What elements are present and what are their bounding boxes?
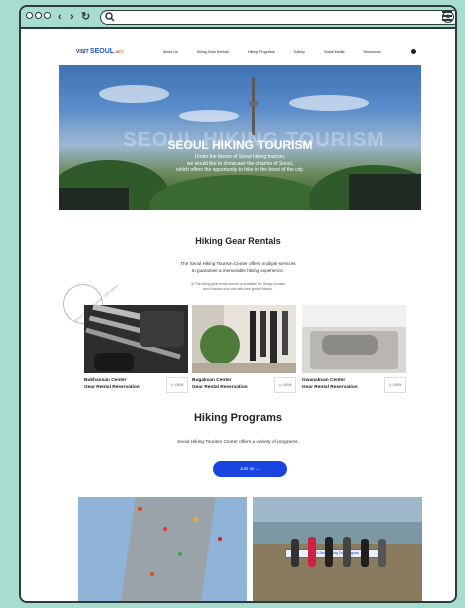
nav-social-media[interactable]: Social Media: [324, 50, 345, 54]
hero-subtitle-line: which offers the opportunity to hike in …: [176, 167, 304, 173]
hero-title: SEOUL HIKING TOURISM: [167, 138, 313, 152]
gear-photo: [84, 305, 188, 373]
browser-window: ‹ › ↻ ★ VISIT SEOUL NET About Us Hiking …: [19, 5, 457, 603]
reload-button[interactable]: ↻: [81, 10, 90, 24]
climbing-wall-photo: [78, 497, 247, 601]
gear-box-photo: [302, 305, 406, 373]
programs-title: Hiking Programs: [193, 412, 283, 424]
reservation-link[interactable]: Gear Rental Reservation: [192, 384, 248, 391]
nav-about-us[interactable]: About Us: [163, 50, 178, 54]
rentals-description: The Seoul Hiking Tourism Center offers m…: [21, 260, 455, 274]
search-icon: [105, 12, 115, 22]
logo-suffix: NET: [115, 49, 124, 54]
rentals-title: Hiking Gear Rentals: [195, 236, 281, 246]
view-label: VIEW: [392, 383, 402, 387]
window-controls: [26, 12, 51, 19]
group-hiking-photo: 2024 Seoul Hiking Tour Program: [253, 497, 422, 601]
window-dot-minimize[interactable]: [35, 12, 42, 19]
group-banner: 2024 Seoul Hiking Tour Program: [285, 549, 385, 558]
card-label: Bukhansan Center Gear Rental Reservation: [84, 377, 140, 391]
namsan-tower-illustration: [252, 77, 255, 135]
nav-resources[interactable]: Resources: [364, 50, 381, 54]
window-dot-maximize[interactable]: [44, 12, 51, 19]
hero-banner: SEOUL HIKING TOURISM SEOUL HIKING TOURIS…: [59, 65, 421, 210]
main-nav: About Us Hiking Gear Rentals Hiking Prog…: [163, 50, 400, 54]
card-label: Bugaksan Center Gear Rental Reservation: [192, 377, 248, 391]
window-dot-close[interactable]: [26, 12, 33, 19]
view-label: VIEW: [282, 383, 292, 387]
site-header: VISIT SEOUL NET About Us Hiking Gear Ren…: [21, 31, 455, 65]
rentals-line: to guarantee a memorable hiking experien…: [191, 268, 285, 273]
globe-language-icon[interactable]: [411, 49, 416, 54]
center-name: Bukhansan Center: [84, 378, 127, 383]
view-button[interactable]: ◎ VIEW: [274, 377, 296, 393]
rental-card-gwanaksan[interactable]: Gwanaksan Center Gear Rental Reservation…: [302, 305, 406, 393]
nav-gallery[interactable]: Gallery: [294, 50, 305, 54]
center-name: Gwanaksan Center: [302, 378, 346, 383]
nav-hiking-gear-rentals[interactable]: Hiking Gear Rentals: [197, 50, 229, 54]
site-logo[interactable]: VISIT SEOUL NET: [76, 48, 123, 55]
view-button[interactable]: ◎ VIEW: [384, 377, 406, 393]
rentals-line: The Seoul Hiking Tourism Center offers m…: [180, 261, 296, 266]
rental-card-bugaksan[interactable]: Bugaksan Center Gear Rental Reservation …: [192, 305, 296, 393]
nav-hiking-programs[interactable]: Hiking Programs: [248, 50, 275, 54]
browser-toolbar: ‹ › ↻ ★: [21, 7, 455, 29]
address-bar[interactable]: ★: [100, 10, 455, 25]
view-label: VIEW: [174, 383, 184, 387]
back-button[interactable]: ‹: [58, 10, 62, 24]
hero-subtitle: Under the theme of Seoul hiking tourism,…: [59, 154, 421, 174]
programs-description: Seoul Hiking Tourism Center offers a var…: [177, 440, 299, 445]
logo-main: SEOUL: [89, 48, 115, 55]
join-us-button[interactable]: Join us →: [213, 461, 287, 477]
reservation-link[interactable]: Gear Rental Reservation: [302, 384, 358, 391]
card-label: Gwanaksan Center Gear Rental Reservation: [302, 377, 358, 391]
forward-button[interactable]: ›: [70, 10, 74, 24]
logo-prefix: VISIT: [76, 49, 89, 55]
reservation-link[interactable]: Gear Rental Reservation: [84, 384, 140, 391]
hamburger-menu-icon[interactable]: [442, 11, 452, 23]
center-name: Bugaksan Center: [192, 378, 232, 383]
rental-card-bukhansan[interactable]: Bukhansan Center Gear Rental Reservation…: [84, 305, 188, 393]
gear-shop-photo: [192, 305, 296, 373]
view-button[interactable]: ◎ VIEW: [166, 377, 188, 393]
web-page: VISIT SEOUL NET About Us Hiking Gear Ren…: [21, 31, 455, 601]
